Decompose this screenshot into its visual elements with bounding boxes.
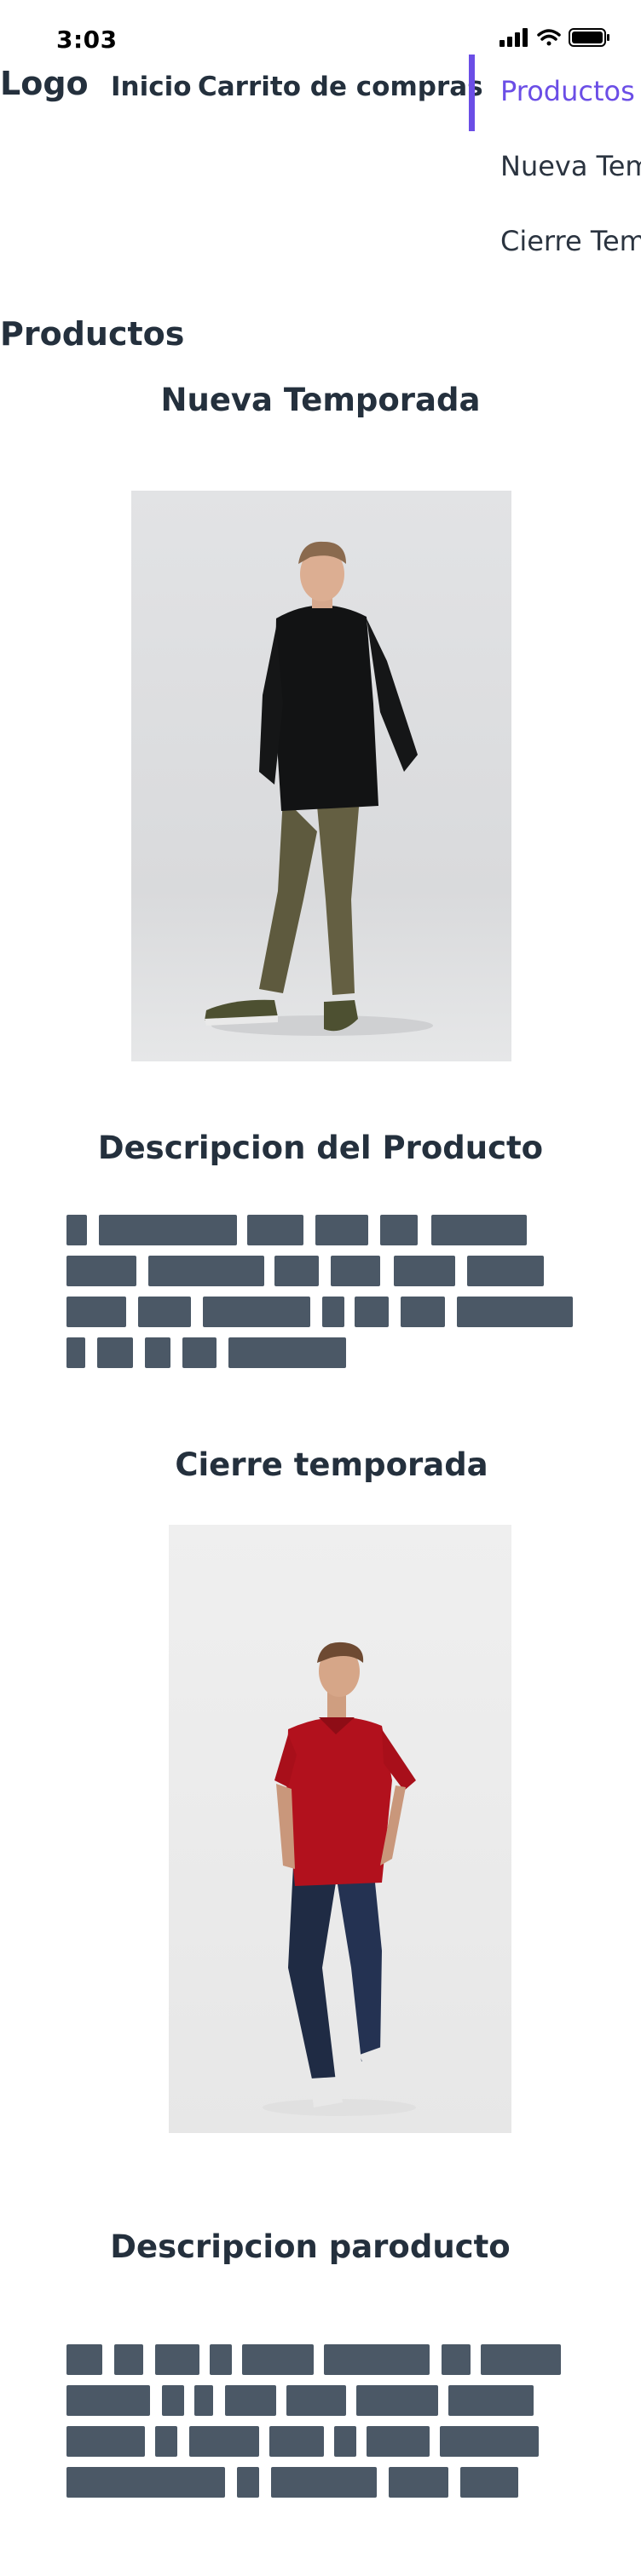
status-time: 3:03 (56, 26, 118, 54)
page-title: Productos (0, 315, 185, 353)
product-1-title: Nueva Temporada (160, 382, 481, 418)
signal-icon (500, 28, 528, 47)
product-1-description-title: Descripcion del Producto (97, 1130, 544, 1166)
active-indicator (469, 55, 475, 131)
nav-link-inicio[interactable]: Inicio (111, 72, 192, 102)
product-2-description-title: Descripcion paroducto (110, 2228, 511, 2265)
product-2-title: Cierre temporada (175, 1446, 488, 1483)
model-black-sweater-olive-pants-photo (131, 491, 511, 1061)
status-icons (498, 26, 612, 49)
side-menu-item-productos[interactable]: Productos (500, 75, 635, 107)
side-menu: Productos Nueva Temporada Cierre Tempora… (469, 55, 641, 276)
side-menu-item-cierre-temporada[interactable]: Cierre Temporada (500, 225, 641, 257)
product-2-description (66, 2344, 578, 2503)
nav-link-carrito[interactable]: Carrito de compras (198, 72, 483, 102)
model-red-polo-jeans-photo (169, 1525, 511, 2133)
side-menu-item-nueva-temporada[interactable]: Nueva Temporada (500, 150, 641, 182)
wifi-icon (537, 29, 561, 46)
product-1-description (66, 1215, 578, 1373)
battery-icon (569, 28, 609, 47)
logo[interactable]: Logo (0, 65, 89, 102)
